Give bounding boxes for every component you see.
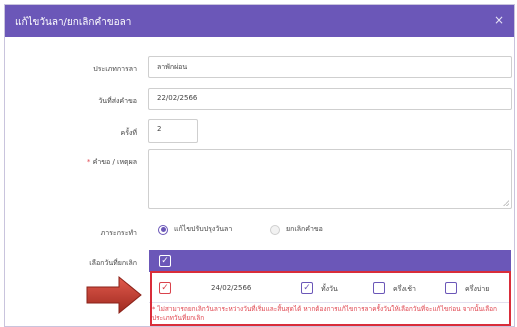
dialog-header: แก้ไขวันลา/ยกเลิกคำขอลา × [5, 5, 514, 37]
radio-unselected-icon [270, 224, 280, 235]
action-label: ภาระกระทำ [100, 229, 137, 237]
submit-date-field[interactable]: 22/02/2566 [148, 88, 512, 110]
pointer-arrow-icon [86, 275, 142, 315]
check-icon: ✓ [161, 255, 169, 266]
leave-type-label: ประเภทการลา [93, 65, 137, 73]
leave-type-field[interactable]: ลาพักผ่อน [148, 56, 512, 78]
resize-handle-icon[interactable] [503, 200, 509, 206]
dialog-title: แก้ไขวันลา/ยกเลิกคำขอลา [15, 17, 132, 28]
leave-type-value: ลาพักผ่อน [157, 63, 188, 71]
radio-cancel-request[interactable]: ยกเลิกคำขอ [270, 224, 323, 235]
edit-leave-dialog: แก้ไขวันลา/ยกเลิกคำขอลา × ประเภทการลา ลา… [4, 4, 515, 327]
select-all-checkbox[interactable]: ✓ [159, 255, 171, 267]
close-icon[interactable]: × [494, 13, 504, 27]
radio-cancel-label: ยกเลิกคำขอ [286, 225, 323, 233]
select-days-label: เลือกวันที่ยกเลิก [89, 259, 137, 267]
radio-edit-leave[interactable]: แก้ไขปรับปรุงวันลา [158, 224, 232, 235]
submit-date-label: วันที่ส่งคำขอ [98, 97, 137, 105]
times-value: 2 [157, 125, 162, 133]
times-label: ครั้งที่ [120, 129, 137, 137]
reason-label-text: คำขอ / เหตุผล [92, 158, 137, 166]
reason-label: * คำขอ / เหตุผล [87, 157, 137, 168]
submit-date-value: 22/02/2566 [157, 94, 198, 102]
radio-selected-icon [158, 224, 168, 235]
required-mark: * [86, 158, 91, 166]
radio-edit-label: แก้ไขปรับปรุงวันลา [174, 225, 233, 233]
days-table-header: ✓ [149, 250, 511, 272]
highlight-box [150, 271, 511, 326]
reason-textarea[interactable] [148, 149, 512, 209]
times-field[interactable]: 2 [148, 119, 198, 143]
